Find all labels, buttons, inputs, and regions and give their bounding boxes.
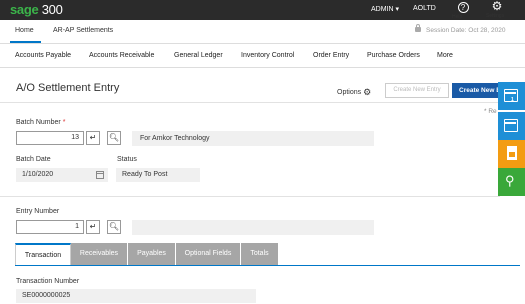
transaction-number-label: Transaction Number (16, 278, 80, 285)
user-name: ADMIN (371, 6, 394, 13)
entry-number-label: Entry Number (16, 208, 60, 215)
entry-number-input[interactable]: 1 (16, 220, 84, 234)
batch-date-label: Batch Date (16, 156, 51, 163)
tab-payables[interactable]: Payables (128, 243, 176, 265)
header-tabs: Home AR-AP Settlements Session Date: Oct… (0, 20, 525, 44)
entry-description-field[interactable] (132, 220, 374, 235)
tab-ar-ap-settlements[interactable]: AR-AP Settlements (53, 27, 113, 34)
nav-accounts-payable[interactable]: Accounts Payable (15, 52, 71, 59)
side-search-button[interactable]: ⚲ (498, 168, 525, 196)
report-icon (507, 146, 517, 160)
tab-totals[interactable]: Totals (241, 243, 279, 265)
session-date-text: Session Date: Oct 28, 2020 (426, 27, 506, 34)
company-name[interactable]: AOLTD (413, 5, 436, 12)
nav-order-entry[interactable]: Order Entry (313, 52, 349, 59)
window-clock-icon (504, 119, 518, 132)
logo-brand: sage (10, 2, 39, 17)
nav-general-ledger[interactable]: General Ledger (174, 52, 223, 59)
create-new-entry-button-disabled[interactable]: Create New Entry (385, 83, 449, 98)
lock-icon (415, 24, 421, 32)
logo-product: 300 (41, 2, 63, 17)
tab-home[interactable]: Home (15, 27, 34, 34)
user-menu[interactable]: ADMIN ▾ (371, 5, 399, 13)
side-widget-button-2[interactable] (498, 112, 525, 140)
page-title: A/O Settlement Entry (16, 82, 120, 94)
sage-logo[interactable]: sage 300 (10, 2, 63, 17)
notification-badge: 1 (511, 97, 514, 103)
status-label: Status (117, 156, 137, 163)
side-widget-button-1[interactable]: 1 (498, 82, 525, 110)
batch-date-field[interactable]: 1/10/2020 (16, 168, 108, 182)
divider (0, 102, 500, 103)
tab-receivables[interactable]: Receivables (71, 243, 128, 265)
transaction-number-field[interactable]: SE0000000025 (16, 289, 256, 303)
settings-label: Settings (486, 13, 505, 19)
module-nav: Accounts Payable Accounts Receivable Gen… (0, 44, 525, 68)
batch-number-label-text: Batch Number (16, 119, 61, 126)
batch-number-label: Batch Number * (16, 119, 65, 126)
nav-accounts-receivable[interactable]: Accounts Receivable (89, 52, 154, 59)
batch-description-field[interactable]: For Amkor Technology (132, 131, 374, 146)
batch-number-input[interactable]: 13 (16, 131, 84, 145)
divider (0, 196, 500, 197)
settings-button[interactable]: ⚙ Settings (486, 0, 508, 19)
required-marker: * (62, 119, 66, 126)
tab-transaction[interactable]: Transaction (15, 243, 71, 265)
search-icon: ⚲ (505, 173, 515, 188)
chevron-down-icon: ▾ (395, 6, 400, 13)
side-report-button[interactable] (498, 140, 525, 168)
search-icon[interactable]: 🔍︎ (107, 131, 121, 145)
active-tab-indicator (10, 41, 41, 43)
required-note: * Re (484, 108, 497, 115)
search-icon[interactable]: 🔍︎ (107, 220, 121, 234)
nav-purchase-orders[interactable]: Purchase Orders (367, 52, 420, 59)
calendar-icon[interactable] (96, 171, 104, 179)
nav-inventory-control[interactable]: Inventory Control (241, 52, 294, 59)
status-value: Ready To Post (116, 168, 200, 182)
tab-optional-fields[interactable]: Optional Fields (176, 243, 241, 265)
help-icon: ? (452, 0, 474, 13)
options-menu[interactable]: Options ⚙ (337, 86, 371, 97)
top-bar: sage 300 ADMIN ▾ AOLTD ? Help ⚙ Settings (0, 0, 525, 20)
nav-more[interactable]: More (437, 52, 453, 59)
gear-icon: ⚙ (363, 87, 372, 97)
session-date: Session Date: Oct 28, 2020 (415, 24, 506, 34)
options-label: Options (337, 89, 362, 96)
tabs-underline (15, 265, 520, 266)
gear-icon: ⚙ (491, 0, 503, 13)
enter-icon[interactable]: ↵ (86, 131, 100, 145)
help-button[interactable]: ? Help (452, 0, 474, 20)
enter-icon[interactable]: ↵ (86, 220, 100, 234)
batch-date-value: 1/10/2020 (22, 171, 54, 178)
